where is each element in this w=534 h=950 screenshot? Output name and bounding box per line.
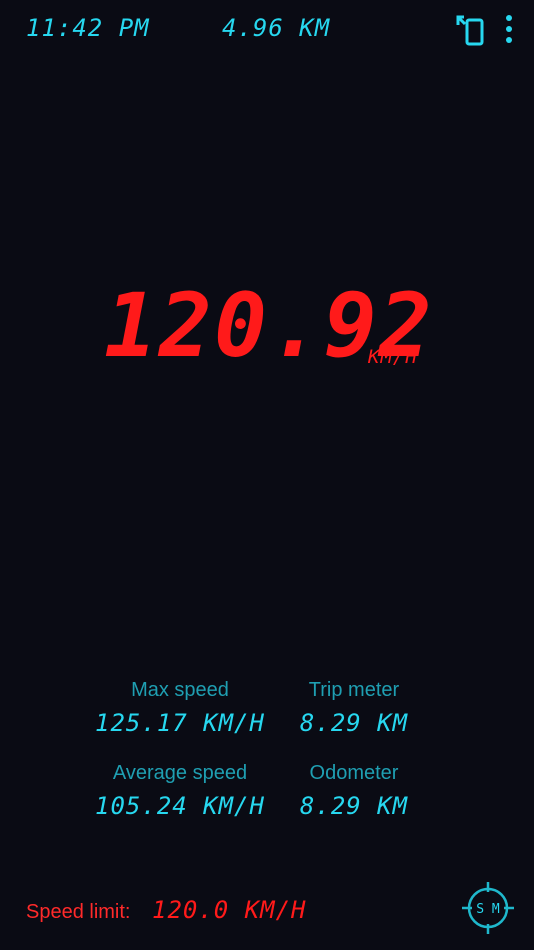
rotate-screen-button[interactable] xyxy=(454,13,488,47)
average-speed-value: 105.24 KM/H xyxy=(95,792,265,820)
clock: 11:42 PM xyxy=(26,14,150,42)
top-bar: 11:42 PM 4.96 KM xyxy=(0,0,534,56)
speed-display: 120.92 KM/H xyxy=(0,270,534,390)
trip-meter-value: 8.29 KM xyxy=(299,709,409,737)
odometer-value: 8.29 KM xyxy=(299,792,409,820)
speed-limit-value[interactable]: 120.0 KM/H xyxy=(152,896,307,924)
odometer-label: Odometer xyxy=(309,762,399,784)
rotate-screen-icon xyxy=(456,15,484,46)
average-speed-label: Average speed xyxy=(112,762,248,784)
speed-limit-label: Speed limit: xyxy=(26,901,131,923)
max-speed-value: 125.17 KM/H xyxy=(95,709,265,737)
max-speed-label: Max speed xyxy=(131,679,229,701)
trip-distance: 4.96 KM xyxy=(222,14,331,42)
trip-meter-label: Trip meter xyxy=(308,679,400,701)
more-options-button[interactable] xyxy=(498,13,520,47)
crosshair-icon: S M xyxy=(462,882,514,934)
more-vertical-icon xyxy=(506,15,512,43)
mode-button-text: S M xyxy=(476,902,500,917)
speed-unit: KM/H xyxy=(368,346,418,368)
mode-button[interactable]: S M xyxy=(460,880,516,936)
